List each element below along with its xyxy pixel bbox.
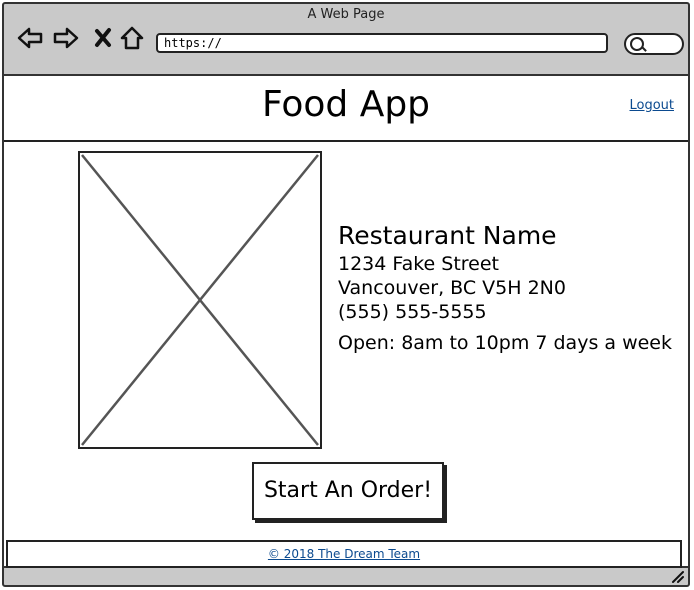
page-header: Food App Logout (4, 76, 688, 142)
page-viewport: Food App Logout Restaurant Name 1234 Fak… (4, 74, 688, 568)
restaurant-name: Restaurant Name (338, 221, 557, 250)
browser-window: A Web Page https:// Food App Logout Rest… (2, 2, 690, 587)
search-icon (630, 37, 644, 51)
address-line-1: 1234 Fake Street (338, 253, 500, 275)
app-title: Food App (261, 84, 431, 125)
start-order-button[interactable]: Start An Order! (252, 462, 444, 520)
window-title: A Web Page (307, 7, 385, 22)
back-icon[interactable] (16, 24, 44, 52)
page-footer: © 2018 The Dream Team (6, 540, 682, 568)
resize-handle-icon[interactable] (670, 569, 684, 583)
url-input[interactable]: https:// (156, 33, 608, 53)
close-icon[interactable] (90, 24, 118, 52)
restaurant-image-placeholder (78, 151, 322, 449)
restaurant-info: Restaurant Name 1234 Fake Street Vancouv… (338, 220, 672, 355)
image-placeholder-icon (81, 154, 319, 446)
home-icon[interactable] (118, 24, 146, 52)
phone-number: (555) 555-5555 (338, 301, 487, 323)
copyright-link[interactable]: © 2018 The Dream Team (268, 547, 420, 561)
logout-link[interactable]: Logout (629, 98, 674, 113)
search-field[interactable] (624, 33, 684, 55)
address-line-2: Vancouver, BC V5H 2N0 (338, 277, 566, 299)
opening-hours: Open: 8am to 10pm 7 days a week (338, 332, 672, 354)
forward-icon[interactable] (52, 24, 80, 52)
